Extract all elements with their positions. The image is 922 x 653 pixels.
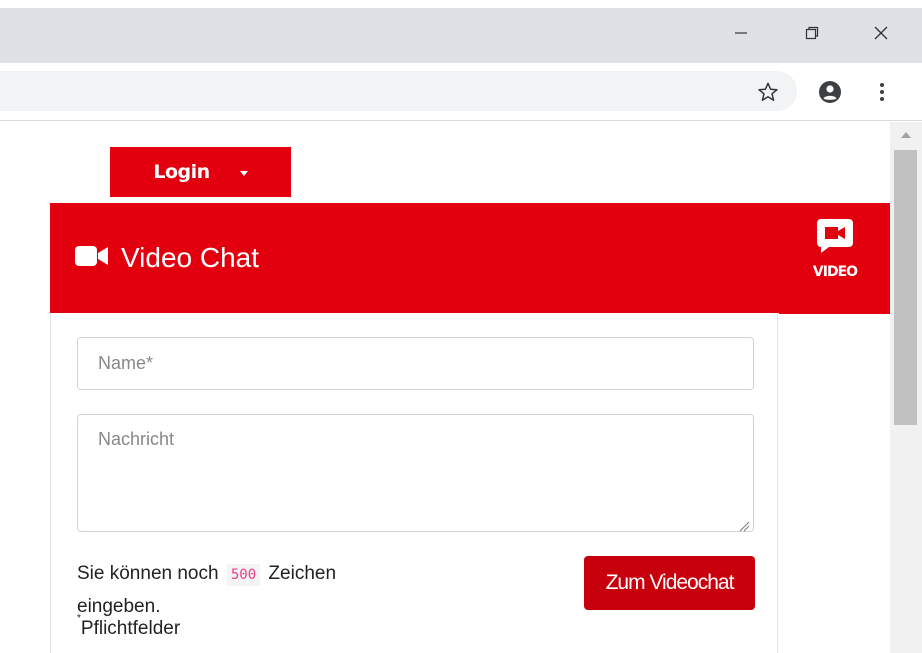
hint-line2: eingeben.	[77, 596, 161, 617]
browser-toolbar	[0, 63, 922, 121]
video-camera-icon	[75, 245, 109, 272]
video-chat-banner: Video Chat	[50, 203, 779, 313]
video-chat-form: Name* Nachricht Sie können noch 500 Zeic…	[50, 313, 778, 653]
page-viewport: Login Video Chat VIDEO Name* Nachricht S…	[0, 122, 922, 653]
scroll-up-icon[interactable]	[901, 132, 911, 138]
login-label: Login	[153, 161, 210, 183]
hint-after: Zeichen	[268, 563, 337, 584]
restore-icon[interactable]	[797, 18, 827, 48]
star-icon[interactable]	[756, 80, 780, 104]
resize-handle-icon[interactable]	[738, 516, 750, 532]
character-count-hint: Sie können noch 500 Zeichen eingeben.	[77, 558, 336, 622]
window-top-edge	[0, 0, 922, 8]
profile-icon[interactable]	[818, 80, 842, 104]
login-button[interactable]: Login	[110, 147, 291, 197]
video-tab-label: VIDEO	[812, 264, 858, 280]
char-count: 500	[226, 564, 261, 586]
start-videochat-button[interactable]: Zum Videochat	[584, 556, 755, 610]
required-fields-note: *Pflichtfelder	[77, 613, 181, 640]
name-input[interactable]: Name*	[77, 337, 754, 390]
banner-title: Video Chat	[121, 242, 260, 273]
video-chat-bubble-icon	[817, 219, 853, 258]
required-label: Pflichtfelder	[80, 618, 181, 639]
page-scrollbar[interactable]	[890, 122, 922, 653]
menu-dots-icon[interactable]	[870, 80, 894, 104]
address-bar[interactable]	[0, 71, 797, 111]
name-placeholder: Name*	[98, 353, 154, 373]
message-textarea[interactable]: Nachricht	[77, 414, 754, 532]
minimize-icon[interactable]	[726, 18, 756, 48]
required-star: *	[77, 612, 81, 624]
message-placeholder: Nachricht	[98, 429, 175, 449]
hint-before: Sie können noch	[77, 563, 219, 584]
scroll-thumb[interactable]	[894, 150, 917, 425]
browser-titlebar	[0, 0, 922, 63]
video-tab[interactable]: VIDEO	[779, 203, 891, 314]
close-icon[interactable]	[866, 18, 896, 48]
chevron-down-icon	[239, 171, 248, 176]
